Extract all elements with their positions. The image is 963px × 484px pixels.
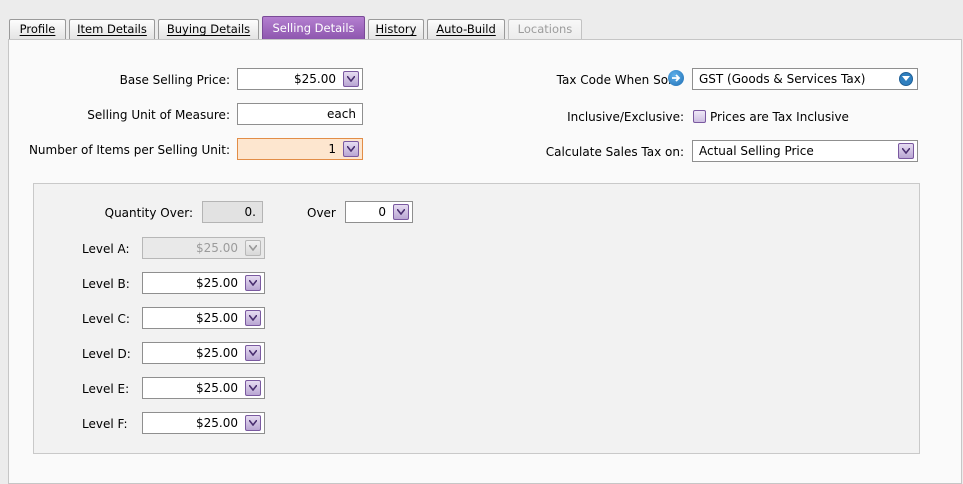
tax-code-value: GST (Goods & Services Tax): [699, 72, 866, 86]
tax-inclusive-checkbox-label: Prices are Tax Inclusive: [710, 110, 849, 124]
level-e-value: $25.00: [196, 381, 238, 395]
level-b-label: Level B:: [82, 277, 130, 291]
selling-unit-value: each: [327, 107, 356, 121]
quantity-over-label: Quantity Over:: [104, 206, 193, 220]
quantity-over-value: 0.: [202, 201, 263, 223]
selling-unit-field[interactable]: each: [237, 103, 363, 125]
items-per-unit-dropdown-button[interactable]: [343, 141, 359, 157]
tab-profile-label: Profile: [19, 22, 56, 36]
inclusive-exclusive-label: Inclusive/Exclusive:: [567, 110, 684, 124]
level-b-field[interactable]: $25.00: [142, 272, 265, 294]
tab-item-details-label: Item Details: [77, 22, 147, 36]
tax-code-label: Tax Code When Sold: [556, 73, 679, 87]
tab-history[interactable]: History: [368, 19, 424, 39]
tab-buying-details[interactable]: Buying Details: [158, 19, 259, 39]
level-f-dropdown-button[interactable]: [245, 415, 261, 431]
chevron-down-icon: [347, 146, 355, 152]
tax-code-field[interactable]: GST (Goods & Services Tax): [692, 68, 918, 90]
level-a-value: $25.00: [196, 241, 238, 255]
chevron-down-icon: [902, 148, 910, 154]
chevron-down-icon: [397, 209, 405, 215]
chevron-down-icon: [249, 245, 257, 251]
level-e-field[interactable]: $25.00: [142, 377, 265, 399]
calc-sales-tax-label: Calculate Sales Tax on:: [545, 145, 684, 159]
tab-bar: Profile Item Details Buying Details Sell…: [0, 0, 963, 40]
level-c-label: Level C:: [82, 312, 130, 326]
chevron-down-icon: [249, 350, 257, 356]
level-d-dropdown-button[interactable]: [245, 345, 261, 361]
base-price-field[interactable]: $25.00: [237, 68, 363, 90]
tab-auto-build-label: Auto-Build: [436, 22, 496, 36]
items-per-unit-value: 1: [328, 142, 336, 156]
tab-history-label: History: [375, 22, 417, 36]
base-price-label: Base Selling Price:: [119, 73, 230, 87]
tab-auto-build[interactable]: Auto-Build: [427, 19, 505, 39]
level-d-value: $25.00: [196, 346, 238, 360]
tax-inclusive-checkbox[interactable]: [693, 110, 706, 123]
level-c-dropdown-button[interactable]: [245, 310, 261, 326]
level-f-field[interactable]: $25.00: [142, 412, 265, 434]
tab-locations-label: Locations: [517, 22, 573, 36]
level-e-label: Level E:: [82, 382, 130, 396]
level-c-value: $25.00: [196, 311, 238, 325]
level-c-field[interactable]: $25.00: [142, 307, 265, 329]
level-d-label: Level D:: [82, 347, 131, 361]
chevron-down-icon: [347, 76, 355, 82]
chevron-down-icon: [249, 385, 257, 391]
tax-code-arrow-icon[interactable]: [668, 70, 684, 86]
level-b-dropdown-button[interactable]: [245, 275, 261, 291]
tab-selling-details-label: Selling Details: [272, 21, 355, 35]
calc-sales-tax-dropdown-button[interactable]: [898, 143, 914, 159]
calc-sales-tax-value: Actual Selling Price: [699, 144, 814, 158]
over-select[interactable]: 0: [345, 201, 413, 223]
level-e-dropdown-button[interactable]: [245, 380, 261, 396]
tab-buying-details-label: Buying Details: [166, 22, 251, 36]
base-price-dropdown-button[interactable]: [343, 71, 359, 87]
chevron-down-icon: [249, 315, 257, 321]
level-b-value: $25.00: [196, 276, 238, 290]
chevron-down-icon: [249, 280, 257, 286]
over-dropdown-button[interactable]: [393, 204, 409, 220]
items-per-unit-field[interactable]: 1: [237, 138, 363, 160]
level-d-field[interactable]: $25.00: [142, 342, 265, 364]
over-label: Over: [307, 206, 336, 220]
level-a-field: $25.00: [142, 237, 265, 259]
level-f-label: Level F:: [82, 417, 128, 431]
tax-code-dropdown-icon[interactable]: [899, 72, 913, 86]
selling-unit-label: Selling Unit of Measure:: [87, 108, 230, 122]
level-a-dropdown-button: [245, 240, 261, 256]
level-f-value: $25.00: [196, 416, 238, 430]
tab-profile[interactable]: Profile: [9, 19, 66, 39]
chevron-down-icon: [249, 420, 257, 426]
items-per-unit-label: Number of Items per Selling Unit:: [28, 143, 230, 157]
base-price-value: $25.00: [294, 72, 336, 86]
level-a-label: Level A:: [82, 242, 130, 256]
tab-item-details[interactable]: Item Details: [69, 19, 155, 39]
over-value: 0: [378, 205, 386, 219]
tab-selling-details[interactable]: Selling Details: [262, 16, 365, 40]
calc-sales-tax-select[interactable]: Actual Selling Price: [692, 140, 918, 162]
tab-locations: Locations: [508, 19, 582, 39]
